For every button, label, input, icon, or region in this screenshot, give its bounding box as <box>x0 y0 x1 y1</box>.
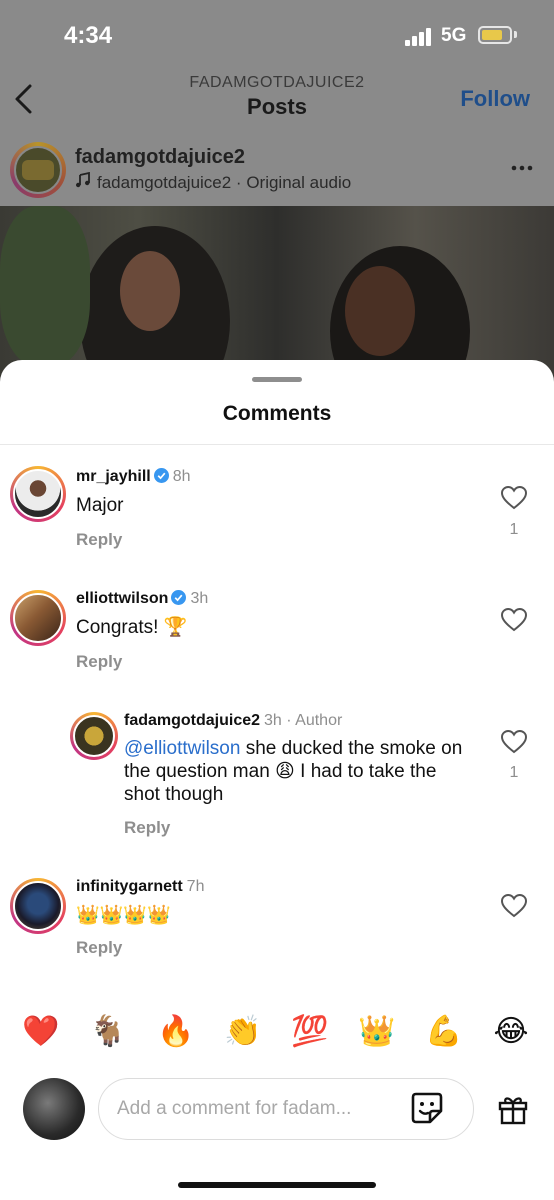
like-heart-icon[interactable] <box>501 608 527 632</box>
comment-composer <box>0 1074 554 1144</box>
comment-mention-link[interactable]: @elliottwilson <box>124 738 240 759</box>
battery-tip <box>514 31 517 38</box>
post-author-avatar[interactable] <box>10 142 66 198</box>
emoji-muscle[interactable]: 💪 <box>424 1012 464 1052</box>
like-count: 1 <box>509 521 519 538</box>
gift-icon[interactable] <box>497 1093 529 1125</box>
emoji-fire[interactable]: 🔥 <box>156 1012 196 1052</box>
follow-button[interactable]: Follow <box>460 86 530 112</box>
video-face-left <box>120 251 180 331</box>
reply-button[interactable]: Reply <box>124 818 170 838</box>
comment-time: 8h <box>172 468 191 485</box>
comment-username[interactable]: infinitygarnett <box>76 878 183 895</box>
verified-badge-icon <box>171 590 187 605</box>
comment-username[interactable]: fadamgotdajuice2 <box>124 712 260 729</box>
current-user-avatar[interactable] <box>23 1078 85 1140</box>
comment-text: @elliottwilson she ducked the smoke on t… <box>124 737 474 806</box>
emoji-goat[interactable]: 🐐 <box>88 1012 128 1052</box>
network-label: 5G <box>441 25 467 46</box>
video-face-right <box>345 266 415 356</box>
comment-item: infinitygarnett 7h 👑👑👑👑 Reply <box>0 874 554 974</box>
emoji-heart[interactable]: ❤️ <box>21 1012 61 1052</box>
nav-bar: FADAMGOTDAJUICE2 Posts Follow <box>0 70 554 130</box>
post-author-username[interactable]: fadamgotdajuice2 <box>75 146 245 169</box>
post-header: fadamgotdajuice2 fadamgotdajuice2 · Orig… <box>0 138 554 204</box>
emoji-laugh[interactable]: 😂 <box>491 1012 531 1052</box>
comment-text: Congrats! 🏆 <box>76 617 188 638</box>
signal-icon <box>405 28 433 46</box>
home-indicator <box>178 1182 376 1188</box>
like-heart-icon[interactable] <box>501 730 527 754</box>
music-note-icon <box>76 172 90 188</box>
sheet-divider <box>0 444 554 445</box>
like-heart-icon[interactable] <box>501 894 527 918</box>
comments-title: Comments <box>222 402 332 425</box>
reply-button[interactable]: Reply <box>76 530 122 550</box>
comment-username[interactable]: elliottwilson <box>76 590 168 607</box>
battery-icon <box>478 26 512 44</box>
comment-item: mr_jayhill 8h Major Reply 1 <box>0 464 554 564</box>
comment-time: 7h <box>186 878 205 895</box>
comment-text: 👑👑👑👑 <box>76 904 171 926</box>
sticker-icon[interactable] <box>410 1091 444 1125</box>
like-count: 1 <box>509 764 519 781</box>
comment-time: 3h <box>190 590 209 607</box>
post-audio-label: fadamgotdajuice2 · Original audio <box>97 173 352 192</box>
comment-text: Major <box>76 495 124 516</box>
emoji-hundred[interactable]: 💯 <box>290 1012 330 1052</box>
emoji-crown[interactable]: 👑 <box>357 1012 397 1052</box>
status-time: 4:34 <box>64 22 113 49</box>
sheet-grabber-handle[interactable] <box>252 377 302 382</box>
emoji-clap[interactable]: 👏 <box>223 1012 263 1052</box>
comment-time: 3h · Author <box>264 712 343 729</box>
commenter-avatar[interactable] <box>70 712 118 760</box>
reply-button[interactable]: Reply <box>76 652 122 672</box>
more-options-icon[interactable] <box>510 156 534 180</box>
verified-badge-icon <box>153 468 169 483</box>
emoji-quick-bar: ❤️ 🐐 🔥 👏 💯 👑 💪 😂 <box>0 1012 554 1060</box>
commenter-avatar[interactable] <box>10 878 66 934</box>
commenter-avatar[interactable] <box>10 590 66 646</box>
reply-button[interactable]: Reply <box>76 938 122 958</box>
comment-item: elliottwilson 3h Congrats! 🏆 Reply <box>0 586 554 686</box>
post-audio-link[interactable]: fadamgotdajuice2 · Original audio <box>75 172 351 193</box>
status-bar: 4:34 5G <box>0 0 554 70</box>
like-heart-icon[interactable] <box>501 486 527 510</box>
comment-username[interactable]: mr_jayhill <box>76 468 151 485</box>
video-plant <box>0 206 90 366</box>
comment-reply-item: fadamgotdajuice2 3h · Author @elliottwils… <box>0 708 554 848</box>
commenter-avatar[interactable] <box>10 466 66 522</box>
